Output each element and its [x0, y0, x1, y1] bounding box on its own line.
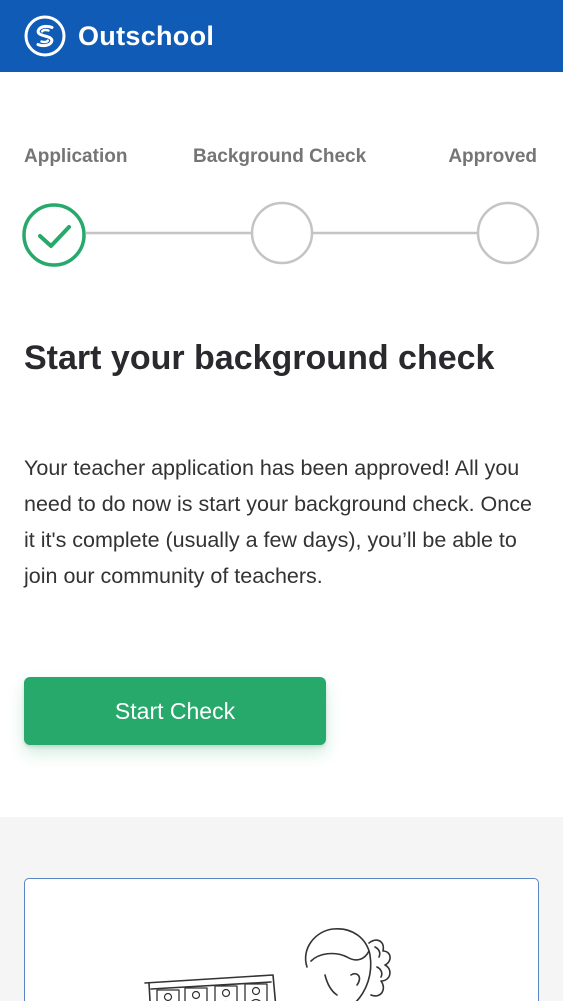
start-check-button[interactable]: Start Check	[24, 677, 326, 745]
progress-stepper	[22, 201, 540, 267]
step-approved-circle-icon	[476, 201, 540, 265]
teacher-video-class-illustration	[144, 928, 391, 1001]
instructions-text: Your teacher application has been approv…	[24, 456, 532, 588]
brand-name[interactable]: Outschool	[78, 21, 214, 52]
page-title: Start your background check	[24, 339, 495, 377]
step-label-approved: Approved	[448, 146, 537, 167]
step-background-check-circle-icon	[250, 201, 314, 265]
progress-step-labels: Application Background Check Approved	[0, 146, 563, 172]
illustration-card	[24, 878, 539, 1001]
step-label-application: Application	[24, 146, 128, 167]
step-label-background-check: Background Check	[193, 146, 367, 167]
app-header: Outschool	[0, 0, 563, 72]
step-application-complete-icon	[22, 203, 86, 267]
outschool-logo-icon[interactable]	[24, 15, 66, 57]
